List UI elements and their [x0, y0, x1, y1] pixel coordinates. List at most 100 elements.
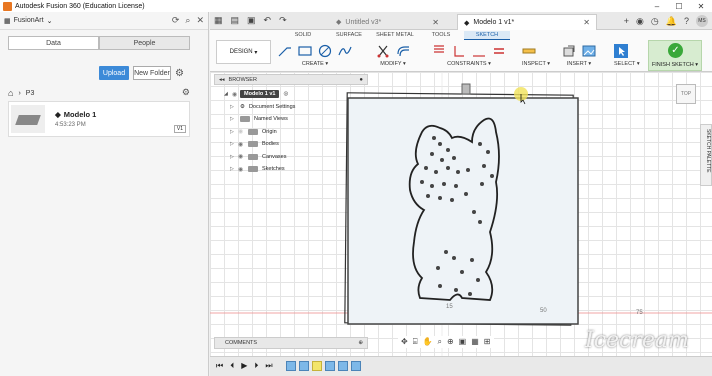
look-at-icon[interactable]: ⌸ [413, 337, 418, 347]
project-settings-icon[interactable]: ⚙ [182, 87, 190, 98]
workspace-switcher[interactable]: DESIGN ▾ [216, 40, 271, 64]
spline-icon[interactable] [338, 44, 352, 58]
help-icon[interactable]: ? [684, 16, 689, 26]
circle-icon[interactable] [318, 44, 332, 58]
offset-icon[interactable] [396, 44, 410, 58]
insert-image-icon[interactable] [582, 44, 596, 58]
chevron-down-icon[interactable]: ⌄ [47, 17, 53, 25]
expand-arrow-icon[interactable]: ▷ [230, 104, 238, 110]
tree-item-bodies[interactable]: ▷ ◉ Bodies [214, 138, 368, 151]
timeline-feature[interactable] [286, 361, 296, 371]
timeline-feature[interactable] [325, 361, 335, 371]
tree-item-origin[interactable]: ▷ ◉ Origin [214, 126, 368, 139]
rectangle-icon[interactable] [298, 44, 312, 58]
timeline-next-icon[interactable]: ⏵ [254, 361, 258, 371]
close-tab-icon[interactable]: ✕ [432, 18, 439, 27]
tree-item-named-views[interactable]: ▷ Named Views [214, 113, 368, 126]
home-icon[interactable]: ⌂ [8, 88, 13, 98]
close-panel-icon[interactable]: ✕ [196, 15, 204, 26]
sketch-palette-tab[interactable]: SKETCH PALETTE [700, 124, 712, 186]
eye-hidden-icon[interactable]: ◉ [238, 128, 246, 135]
eye-icon[interactable]: ◉ [238, 153, 246, 160]
orbit-icon[interactable]: ✥ [401, 337, 408, 347]
constraints-menu[interactable]: CONSTRAINTS [447, 61, 486, 67]
close-window-button[interactable]: ✕ [690, 0, 712, 12]
save-icon[interactable]: ▣ [247, 15, 256, 26]
timeline-last-icon[interactable]: ⏭ [265, 361, 272, 371]
collapse-icon[interactable]: ◂◂ [219, 77, 225, 83]
tree-root[interactable]: ◢ ◉ Modelo 1 v1 ◎ [214, 88, 368, 101]
undo-icon[interactable]: ↶ [264, 15, 272, 26]
dimension-label[interactable]: 50 [540, 308, 547, 314]
comments-bar[interactable]: COMMENTS ⊕ [214, 337, 368, 349]
expand-arrow-icon[interactable]: ▷ [230, 129, 238, 135]
collapse-arrow-icon[interactable]: ◢ [224, 91, 232, 97]
jobs-icon[interactable]: ◷ [651, 16, 659, 27]
trim-icon[interactable] [376, 44, 390, 58]
search-icon[interactable]: ⌕ [185, 15, 190, 26]
collinear-icon[interactable] [472, 44, 486, 58]
notifications-icon[interactable]: 🔔 [666, 16, 677, 27]
select-menu[interactable]: SELECT [614, 61, 635, 67]
refresh-icon[interactable]: ⟳ [172, 15, 180, 26]
insert-derive-icon[interactable] [562, 44, 576, 58]
tab-solid[interactable]: SOLID [280, 31, 326, 40]
pan-icon[interactable]: ✋ [423, 337, 433, 347]
timeline-feature[interactable] [299, 361, 309, 371]
avatar[interactable]: MS [696, 15, 708, 27]
zoom-icon[interactable]: ⌕ [437, 337, 441, 347]
expand-arrow-icon[interactable]: ▷ [230, 154, 238, 160]
tree-item-document-settings[interactable]: ▷ ⚙ Document Settings [214, 101, 368, 114]
inspect-menu[interactable]: INSPECT [522, 61, 546, 67]
create-menu[interactable]: CREATE [302, 61, 324, 67]
dimension-label[interactable]: 15 [446, 304, 453, 310]
timeline-feature[interactable] [351, 361, 361, 371]
redo-icon[interactable]: ↷ [279, 15, 287, 26]
grid-settings-icon[interactable]: ▦ [471, 337, 479, 347]
doc-tab-modelo[interactable]: ◆ Modelo 1 v1* ✕ [457, 14, 597, 30]
equal-icon[interactable] [492, 44, 506, 58]
expand-arrow-icon[interactable]: ▷ [230, 166, 238, 172]
file-card[interactable]: ◆ Modelo 1 4:53:23 PM V1 [8, 101, 190, 137]
measure-icon[interactable] [522, 44, 536, 58]
display-settings-icon[interactable]: ▣ [459, 337, 467, 347]
expand-arrow-icon[interactable]: ▷ [230, 141, 238, 147]
apps-grid-icon[interactable]: ▦ [214, 15, 223, 26]
dimension-label[interactable]: 75 [636, 310, 643, 316]
team-selector[interactable]: FusionArt [14, 17, 44, 24]
timeline-feature[interactable] [338, 361, 348, 371]
add-comment-icon[interactable]: ⊕ [358, 340, 363, 346]
new-tab-icon[interactable]: + [624, 16, 629, 26]
radio-icon[interactable]: ◎ [283, 91, 288, 97]
insert-menu[interactable]: INSERT [567, 61, 587, 67]
expand-arrow-icon[interactable]: ▷ [230, 116, 238, 122]
minimize-button[interactable]: – [646, 0, 668, 12]
upload-button[interactable]: Upload [99, 66, 129, 80]
eye-icon[interactable]: ◉ [238, 141, 246, 148]
tree-item-canvases[interactable]: ▷ ◉ Canvases [214, 151, 368, 164]
spring-icon[interactable] [432, 44, 446, 58]
select-arrow-icon[interactable] [614, 44, 628, 58]
tab-sketch[interactable]: SKETCH [464, 31, 510, 40]
tab-data[interactable]: Data [8, 36, 99, 50]
breadcrumb-project[interactable]: P3 [26, 90, 35, 97]
gear-icon[interactable]: ⚙ [175, 68, 184, 79]
file-menu-icon[interactable]: ▤ [231, 15, 240, 26]
tab-people[interactable]: People [99, 36, 190, 50]
eye-icon[interactable]: ◉ [232, 91, 240, 98]
modify-menu[interactable]: MODIFY [380, 61, 401, 67]
timeline-play-icon[interactable]: ▶ [241, 361, 247, 371]
tab-tools[interactable]: TOOLS [418, 31, 464, 40]
new-folder-button[interactable]: New Folder [133, 66, 171, 80]
doc-tab-untitled[interactable]: ◆ Untitled v3* ✕ [330, 14, 445, 30]
viewcube[interactable]: TOP [676, 84, 696, 104]
timeline-feature-active[interactable] [312, 361, 322, 371]
finish-sketch-button[interactable]: ✓ FINISH SKETCH ▾ [648, 40, 702, 71]
fit-icon[interactable]: ⊕ [447, 337, 454, 347]
eye-icon[interactable]: ◉ [238, 166, 246, 173]
tab-sheet-metal[interactable]: SHEET METAL [372, 31, 418, 40]
close-tab-icon[interactable]: ✕ [583, 18, 590, 27]
maximize-button[interactable]: ☐ [668, 0, 690, 12]
line-icon[interactable] [278, 44, 292, 58]
version-badge[interactable]: V1 [173, 125, 186, 133]
